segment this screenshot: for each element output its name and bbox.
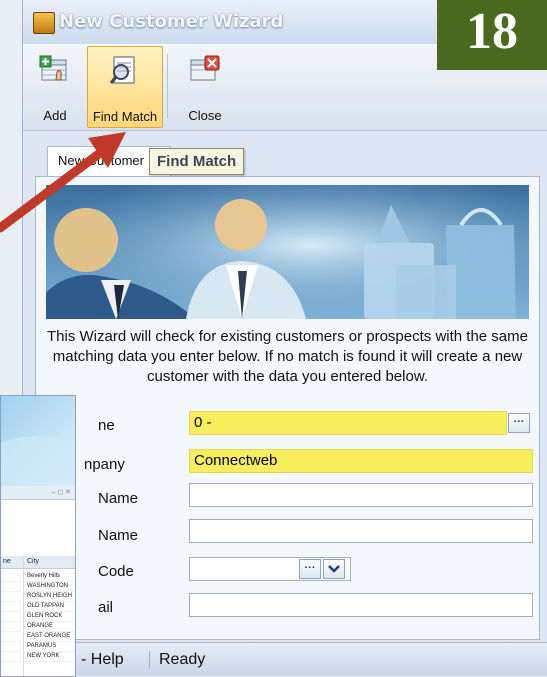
overlay-row[interactable]: WASHINGTON — [1, 582, 75, 592]
overlay-city: Beverly Hills — [27, 573, 61, 579]
overlay-row[interactable]: ROSLYN HEIGH — [1, 592, 75, 602]
overlay-row[interactable]: PARAMUS — [1, 642, 75, 652]
status-help[interactable]: - Help — [81, 651, 124, 669]
overlay-city: PARAMUS — [27, 643, 57, 649]
overlay-row[interactable]: Beverly Hills — [1, 572, 75, 582]
background-window-snippet: – ◻ ✕ ne City Beverly Hills WASHINGTON R… — [0, 395, 76, 677]
first-name-field[interactable] — [189, 483, 533, 507]
find-match-button[interactable]: Find Match — [87, 46, 163, 128]
status-bar: - Help Ready — [23, 642, 547, 676]
name-lookup-button[interactable]: ··· — [508, 413, 530, 433]
wizard-window: New Customer Wizard Add Find Match Close… — [22, 0, 547, 676]
overlay-city: OLD TAPPAN — [27, 603, 65, 609]
find-match-tooltip: Find Match — [149, 148, 245, 175]
add-label: Add — [43, 108, 67, 123]
overlay-column-left: ne — [3, 558, 11, 565]
close-label: Close — [188, 108, 222, 123]
overlay-column-header: ne City — [1, 556, 75, 569]
add-button[interactable]: Add — [29, 46, 81, 126]
overlay-city: ROSLYN HEIGH — [27, 593, 72, 599]
window-title: New Customer Wizard — [59, 11, 284, 32]
overlay-column-city: City — [27, 558, 40, 565]
company-field[interactable]: Connectweb — [189, 449, 533, 473]
wizard-panel: This Wizard will check for existing cust… — [35, 176, 540, 640]
field-label-code: Code — [98, 563, 134, 580]
intro-text: This Wizard will check for existing cust… — [47, 328, 528, 385]
overlay-row[interactable]: ORANGE — [1, 622, 75, 632]
close-button[interactable]: Close — [173, 46, 237, 126]
find-match-label: Find Match — [92, 109, 158, 124]
app-icon — [33, 12, 55, 34]
status-ready: Ready — [159, 651, 206, 668]
toolbar-separator — [167, 54, 168, 118]
close-icon — [190, 55, 220, 81]
find-match-icon — [109, 56, 135, 84]
last-name-field[interactable] — [189, 519, 533, 543]
overlay-city: EAST ORANGE — [27, 633, 71, 639]
overlay-city: NEW YORK — [27, 653, 60, 659]
step-number-badge: 18 — [437, 0, 547, 70]
add-icon — [39, 55, 67, 81]
overlay-row[interactable]: OLD TAPPAN — [1, 602, 75, 612]
email-field[interactable] — [189, 593, 533, 617]
field-label-last-name: Name — [98, 527, 139, 544]
overlay-row[interactable]: GLEN ROCK — [1, 612, 75, 622]
code-dropdown-button[interactable] — [323, 559, 345, 579]
overlay-row[interactable]: EAST ORANGE — [1, 632, 75, 642]
field-label-first-name: Name — [98, 490, 139, 507]
field-label-name: ne — [98, 417, 115, 434]
field-label-company: npany — [84, 456, 125, 473]
overlay-window-controls[interactable]: – ◻ ✕ — [1, 486, 75, 500]
overlay-banner — [1, 396, 75, 496]
banner-image — [46, 185, 529, 319]
code-lookup-button[interactable]: ··· — [299, 559, 321, 579]
field-label-email: ail — [98, 599, 114, 616]
chevron-down-icon — [328, 565, 340, 573]
name-field[interactable]: 0 - — [189, 411, 507, 435]
overlay-city: ORANGE — [27, 623, 54, 629]
overlay-city: GLEN ROCK — [27, 613, 63, 619]
status-separator — [149, 651, 150, 669]
overlay-city: WASHINGTON — [27, 583, 69, 589]
tab-strip: New Customer — [33, 140, 538, 178]
overlay-row[interactable]: NEW YORK — [1, 652, 75, 662]
